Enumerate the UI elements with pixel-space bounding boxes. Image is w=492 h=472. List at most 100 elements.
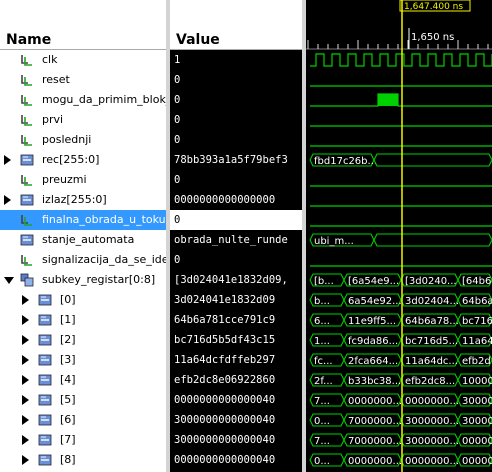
bus-signal-icon (38, 453, 52, 467)
signal-name: poslednji (42, 133, 92, 146)
bus-value-label: [64b6a (462, 276, 492, 287)
signal-row[interactable]: [4] (0, 370, 166, 390)
chevron-right-icon[interactable] (22, 435, 29, 445)
bus-value-label: 7000000... (348, 416, 402, 427)
signal-row[interactable]: [1] (0, 310, 166, 330)
chevron-right-icon[interactable] (22, 455, 29, 465)
bus-value-label: 3000000... (405, 416, 459, 427)
name-column-header[interactable]: Name (0, 30, 166, 50)
chevron-right-icon[interactable] (22, 295, 29, 305)
signal-row[interactable]: preuzmi (0, 170, 166, 190)
bus-value-label: 7000000... (348, 436, 402, 447)
signal-name: rec[255:0] (42, 153, 100, 166)
signal-value[interactable]: 0000000000000000 (170, 190, 302, 210)
waveform-canvas[interactable]: 1,650 ns 1,647.400 ns fbd17c26b... ubi_m...… (306, 0, 492, 472)
bus-value-label: 6... (314, 316, 330, 327)
signal-row[interactable]: subkey_registar[0:8] (0, 270, 166, 290)
chevron-right-icon[interactable] (22, 335, 29, 345)
signal-row[interactable]: [0] (0, 290, 166, 310)
bus-value-label: 30000 (462, 416, 492, 427)
waveform-pane[interactable]: 1,650 ns 1,647.400 ns fbd17c26b... ubi_m...… (306, 0, 492, 472)
bus-value-label: 3000000... (405, 436, 459, 447)
signal-value[interactable]: 3d024041e1832d09 (170, 290, 302, 310)
bus-signal-icon (38, 313, 52, 327)
signal-value[interactable]: bc716d5b5df43c15 (170, 330, 302, 350)
signal-name: reset (42, 73, 70, 86)
bus-value-label: fbd17c26b... (314, 156, 377, 167)
signal-name: [2] (60, 333, 76, 346)
chevron-right-icon[interactable] (22, 355, 29, 365)
signal-value[interactable]: 0000000000000040 (170, 450, 302, 470)
signal-row[interactable]: rec[255:0] (0, 150, 166, 170)
signal-value[interactable]: 78bb393a1a5f79bef3 (170, 150, 302, 170)
signal-value[interactable]: 64b6a781cce791c9 (170, 310, 302, 330)
signal-name: [5] (60, 393, 76, 406)
signal-value[interactable]: 11a64dcfdffeb297 (170, 350, 302, 370)
bus-value-label: 00000 (462, 456, 492, 467)
bus-value-label: 6a54e92... (348, 296, 402, 307)
signal-row[interactable]: [8] (0, 450, 166, 470)
signal-value[interactable]: 3000000000000040 (170, 430, 302, 450)
signal-value[interactable]: efb2dc8e06922860 (170, 370, 302, 390)
signal-value[interactable]: obrada_nulte_runde (170, 230, 302, 250)
signal-value[interactable]: 0 (170, 90, 302, 110)
signal-row[interactable]: reset (0, 70, 166, 90)
signal-row[interactable]: izlaz[255:0] (0, 190, 166, 210)
signal-row[interactable]: [5] (0, 390, 166, 410)
signal-row[interactable]: [3] (0, 350, 166, 370)
signal-value[interactable]: 0 (170, 130, 302, 150)
bus-value-label: 64b6a78... (405, 316, 459, 327)
signal-name: prvi (42, 113, 64, 126)
chevron-right-icon[interactable] (22, 415, 29, 425)
bus-value-label: [6a54e9... (348, 276, 399, 287)
signal-row[interactable]: signalizacija_da_se_ide_ (0, 250, 166, 270)
chevron-down-icon[interactable] (4, 277, 14, 284)
signal-row[interactable]: finalna_obrada_u_toku (0, 210, 166, 230)
chevron-right-icon[interactable] (22, 315, 29, 325)
chevron-right-icon[interactable] (22, 395, 29, 405)
signal-row[interactable]: poslednji (0, 130, 166, 150)
bus-value-label: bc716 (462, 316, 492, 327)
signal-row[interactable]: clk (0, 50, 166, 70)
signal-value[interactable]: 0 (170, 250, 302, 270)
value-pane: Value 1 0 0 0 0 78bb393a1a5f79bef3 0 0000000000… (170, 0, 302, 472)
signal-value[interactable]: 0 (170, 70, 302, 90)
bus-signal-icon (38, 333, 52, 347)
signal-value[interactable]: 0 (170, 110, 302, 130)
bus-value-label: b... (314, 296, 330, 307)
signal-value[interactable]: 0 (170, 170, 302, 190)
bus-value-label: fc9da86... (348, 336, 398, 347)
bus-value-label: 1... (314, 336, 330, 347)
signal-row[interactable]: stanje_automata (0, 230, 166, 250)
bus-value-label: 11a64 (462, 336, 492, 347)
chevron-right-icon[interactable] (22, 375, 29, 385)
bit-signal-icon (20, 93, 34, 107)
signal-name: stanje_automata (42, 233, 135, 246)
chevron-right-icon[interactable] (4, 195, 11, 205)
signal-name: [4] (60, 373, 76, 386)
signal-name: mogu_da_primim_blok_ (42, 93, 166, 106)
signal-value[interactable]: 3000000000000040 (170, 410, 302, 430)
signal-row[interactable]: prvi (0, 110, 166, 130)
signal-row[interactable]: [6] (0, 410, 166, 430)
bus-value-label: 0000000... (348, 456, 402, 467)
signal-name: subkey_registar[0:8] (42, 273, 156, 286)
signal-value[interactable]: 1 (170, 50, 302, 70)
value-column-header[interactable]: Value (170, 30, 302, 50)
pulse-waveform (310, 93, 492, 107)
bus-signal-icon (38, 373, 52, 387)
bit-signal-icon (20, 53, 34, 67)
signal-row[interactable]: mogu_da_primim_blok_ (0, 90, 166, 110)
bus-value-label: efb2dc8... (405, 376, 455, 387)
signal-value[interactable]: [3d024041e1832d09, (170, 270, 302, 290)
signal-row[interactable]: [7] (0, 430, 166, 450)
signal-value[interactable]: 0000000000000040 (170, 390, 302, 410)
chevron-right-icon[interactable] (4, 155, 11, 165)
bit-signal-icon (20, 173, 34, 187)
bus-value-label: 10000 (462, 376, 492, 387)
bus-signal-icon (38, 433, 52, 447)
bus-value-label: 3d02404... (405, 296, 459, 307)
signal-value[interactable]: 0 (170, 210, 302, 230)
signal-name: [8] (60, 453, 76, 466)
signal-row[interactable]: [2] (0, 330, 166, 350)
